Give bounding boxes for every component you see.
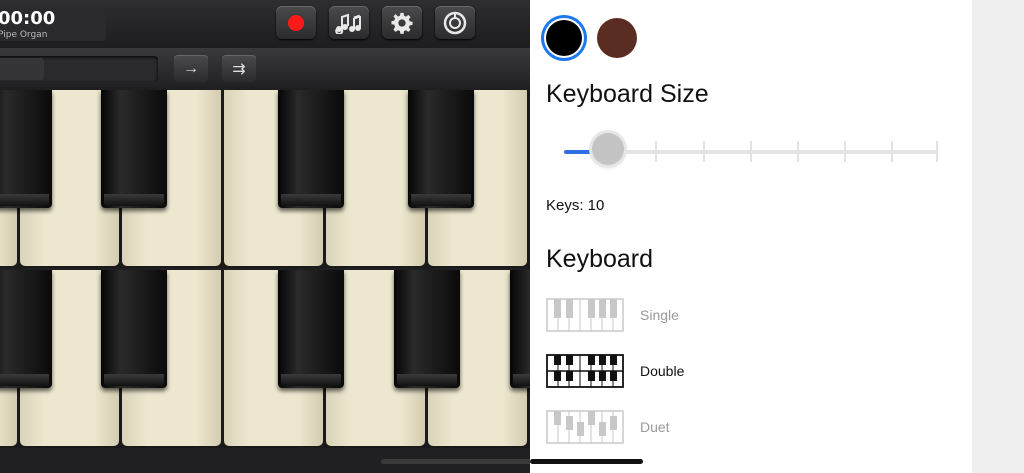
black-key[interactable] xyxy=(278,90,344,208)
black-key[interactable] xyxy=(101,270,167,388)
duet-keyboard-icon xyxy=(546,410,624,444)
keyboard-scroller[interactable] xyxy=(0,56,158,82)
settings-button[interactable] xyxy=(382,6,422,39)
single-keyboard-icon xyxy=(546,298,624,332)
double-arrow-right-icon: ⇉ xyxy=(232,60,246,78)
black-key[interactable] xyxy=(408,90,474,208)
time-readout: 00:00 xyxy=(0,8,56,29)
loop-icon xyxy=(443,11,467,34)
keyboard-option-single[interactable]: Single xyxy=(546,298,846,338)
record-button[interactable] xyxy=(276,6,316,39)
slider-tick xyxy=(844,141,846,162)
background-margin xyxy=(972,0,1024,473)
black-key[interactable] xyxy=(510,270,530,388)
keyboard-option-double[interactable]: Double xyxy=(546,354,846,394)
black-key[interactable] xyxy=(0,90,52,208)
keyboard-title: Keyboard xyxy=(546,245,654,273)
upper-keyboard xyxy=(0,90,530,268)
option-label: Single xyxy=(640,307,679,323)
option-label: Duet xyxy=(640,419,670,435)
option-label: Double xyxy=(640,363,685,379)
slider-tick xyxy=(750,141,752,162)
double-keyboard-icon xyxy=(546,354,624,388)
loop-button[interactable] xyxy=(435,6,475,39)
keyboard-scroller-thumb[interactable] xyxy=(0,58,44,80)
record-icon xyxy=(288,14,304,31)
slider-tick xyxy=(655,141,657,162)
lower-keyboard xyxy=(0,270,530,448)
toolbar: 00:00 Pipe Organ xyxy=(0,0,530,48)
keys-count-label: Keys: 10 xyxy=(546,197,605,214)
color-swatch-black[interactable] xyxy=(546,20,582,56)
keyboard-option-duet[interactable]: Duet xyxy=(546,410,846,450)
color-swatch-brown[interactable] xyxy=(597,18,637,58)
slider-thumb[interactable] xyxy=(592,133,624,165)
slider-tick xyxy=(703,141,705,162)
notes-button[interactable] xyxy=(329,6,369,39)
black-key[interactable] xyxy=(394,270,460,388)
scroll-right-button[interactable]: → xyxy=(174,55,208,82)
slider-tick xyxy=(891,141,893,162)
home-indicator xyxy=(381,459,530,464)
gear-icon xyxy=(391,12,413,34)
black-key[interactable] xyxy=(0,270,52,388)
instrument-area: 00:00 Pipe Organ → ⇉ xyxy=(0,0,530,473)
keyboard-size-title: Keyboard Size xyxy=(546,80,709,108)
arrow-right-icon: → xyxy=(183,59,199,77)
black-key[interactable] xyxy=(278,270,344,388)
slider-tick xyxy=(936,141,938,162)
slider-tick xyxy=(797,141,799,162)
scroll-fast-right-button[interactable]: ⇉ xyxy=(222,55,256,82)
home-indicator-right xyxy=(530,459,643,464)
instrument-name: Pipe Organ xyxy=(0,30,48,40)
keyboard-settings-panel: Keyboard Size Keys: 10 Keyboard Single D… xyxy=(530,0,972,473)
black-key[interactable] xyxy=(101,90,167,208)
music-notes-icon xyxy=(335,13,361,34)
